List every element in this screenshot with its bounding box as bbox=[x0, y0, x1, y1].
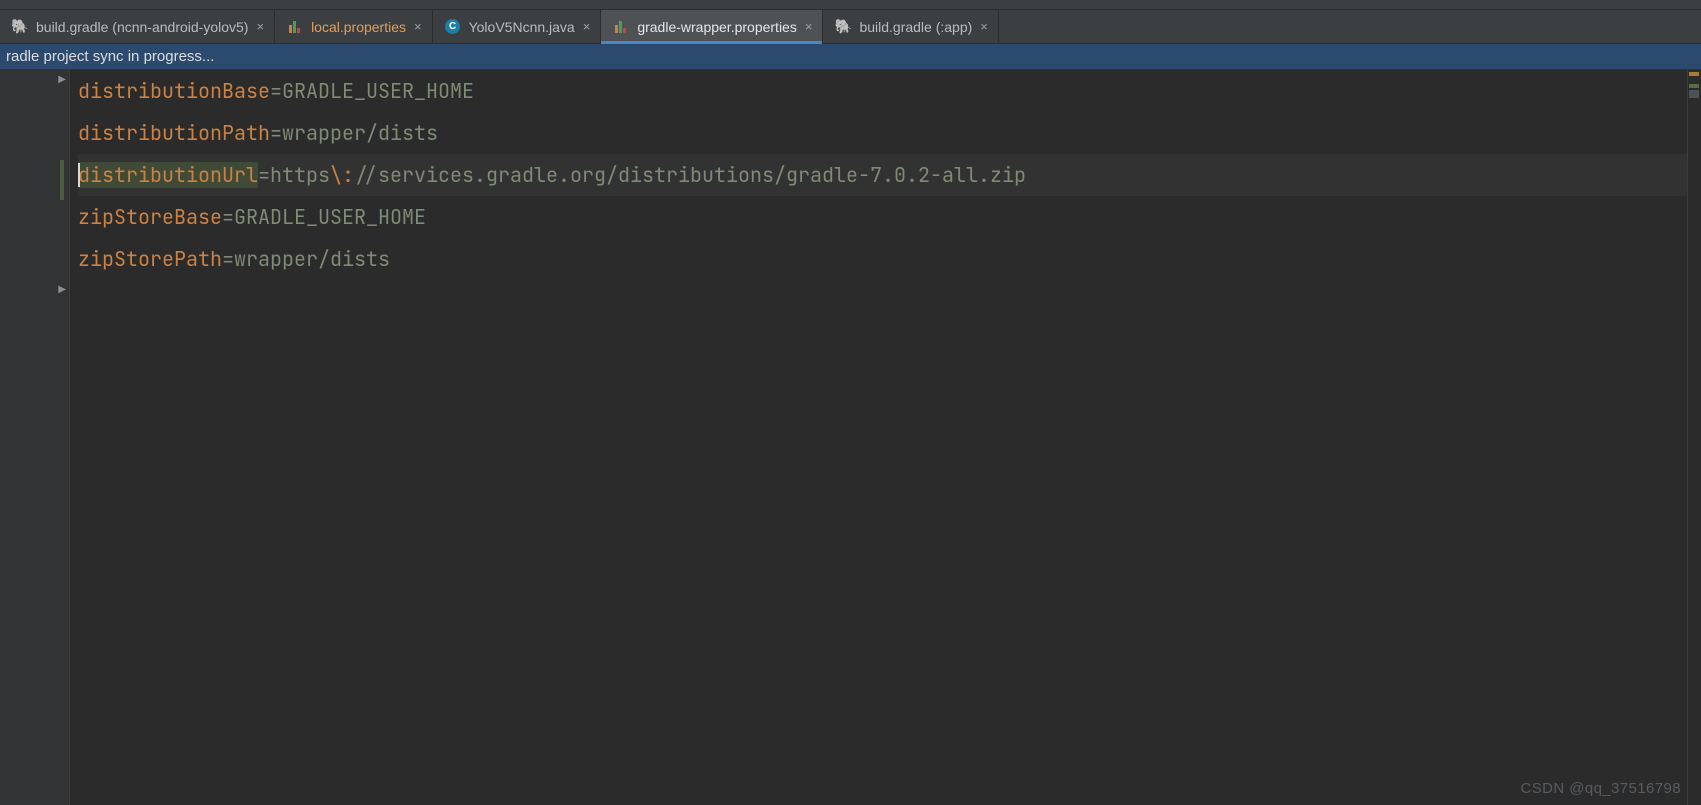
property-key: zipStoreBase bbox=[78, 204, 222, 230]
tab-local-properties[interactable]: local.properties × bbox=[275, 10, 433, 43]
editor-gutter[interactable]: ▶ ▶ bbox=[0, 70, 70, 805]
properties-file-icon bbox=[613, 19, 629, 35]
tab-label: local.properties bbox=[311, 19, 406, 35]
tab-yolov5ncnn-java[interactable]: C YoloV5Ncnn.java × bbox=[433, 10, 602, 43]
code-line[interactable]: distributionBase=GRADLE_USER_HOME bbox=[78, 70, 1687, 112]
equals-sign: = bbox=[258, 162, 270, 188]
tab-gradle-wrapper-properties[interactable]: gradle-wrapper.properties × bbox=[601, 10, 823, 43]
close-icon[interactable]: × bbox=[256, 20, 264, 33]
change-marker bbox=[60, 160, 64, 200]
escape-sequence: \: bbox=[330, 162, 354, 188]
property-value: wrapper/dists bbox=[282, 120, 438, 146]
code-line[interactable]: zipStorePath=wrapper/dists bbox=[78, 238, 1687, 280]
property-key: distributionPath bbox=[78, 120, 270, 146]
editor-wrap: ▶ ▶ distributionBase=GRADLE_USER_HOMEdis… bbox=[0, 70, 1701, 805]
tab-build-gradle-app-[interactable]: 🐘 build.gradle (:app) × bbox=[823, 10, 998, 43]
close-icon[interactable]: × bbox=[805, 20, 813, 33]
property-key: distributionBase bbox=[78, 78, 270, 104]
gradle-elephant-icon: 🐘 bbox=[835, 19, 851, 35]
editor-scrollbar[interactable] bbox=[1687, 70, 1701, 805]
property-key: distributionUrl bbox=[78, 162, 258, 188]
equals-sign: = bbox=[222, 246, 234, 272]
code-line[interactable]: zipStoreBase=GRADLE_USER_HOME bbox=[78, 196, 1687, 238]
close-icon[interactable]: × bbox=[414, 20, 422, 33]
property-value: //services.gradle.org/distributions/grad… bbox=[354, 162, 1026, 188]
tab-build-gradle-ncnn-android-yolov5-[interactable]: 🐘 build.gradle (ncnn-android-yolov5) × bbox=[0, 10, 275, 43]
properties-file-icon bbox=[287, 19, 303, 35]
tab-label: gradle-wrapper.properties bbox=[637, 19, 797, 35]
tab-label: build.gradle (:app) bbox=[859, 19, 972, 35]
code-line[interactable]: distributionUrl=https\://services.gradle… bbox=[78, 154, 1687, 196]
editor-tab-bar: 🐘build.gradle (ncnn-android-yolov5)×loca… bbox=[0, 10, 1701, 44]
equals-sign: = bbox=[222, 204, 234, 230]
equals-sign: = bbox=[270, 78, 282, 104]
sync-status-bar: radle project sync in progress... bbox=[0, 44, 1701, 70]
property-key: zipStorePath bbox=[78, 246, 222, 272]
property-value: GRADLE_USER_HOME bbox=[282, 78, 474, 104]
equals-sign: = bbox=[270, 120, 282, 146]
sync-status-text: radle project sync in progress... bbox=[6, 48, 214, 65]
code-editor[interactable]: distributionBase=GRADLE_USER_HOMEdistrib… bbox=[70, 70, 1687, 805]
scrollbar-marker bbox=[1689, 84, 1699, 88]
csdn-watermark: CSDN @qq_37516798 bbox=[1521, 780, 1681, 797]
fold-marker-icon[interactable]: ▶ bbox=[58, 284, 66, 295]
tab-label: build.gradle (ncnn-android-yolov5) bbox=[36, 19, 248, 35]
code-line[interactable]: distributionPath=wrapper/dists bbox=[78, 112, 1687, 154]
gradle-elephant-icon: 🐘 bbox=[12, 19, 28, 35]
property-value: https bbox=[270, 162, 330, 188]
fold-marker-icon[interactable]: ▶ bbox=[58, 74, 66, 85]
java-class-icon: C bbox=[445, 19, 461, 35]
window-toolbar bbox=[0, 0, 1701, 10]
text-caret bbox=[78, 163, 80, 187]
scrollbar-marker bbox=[1689, 90, 1699, 98]
scrollbar-marker bbox=[1689, 72, 1699, 76]
close-icon[interactable]: × bbox=[980, 20, 988, 33]
close-icon[interactable]: × bbox=[583, 20, 591, 33]
property-value: GRADLE_USER_HOME bbox=[234, 204, 426, 230]
property-value: wrapper/dists bbox=[234, 246, 390, 272]
tab-label: YoloV5Ncnn.java bbox=[469, 19, 575, 35]
